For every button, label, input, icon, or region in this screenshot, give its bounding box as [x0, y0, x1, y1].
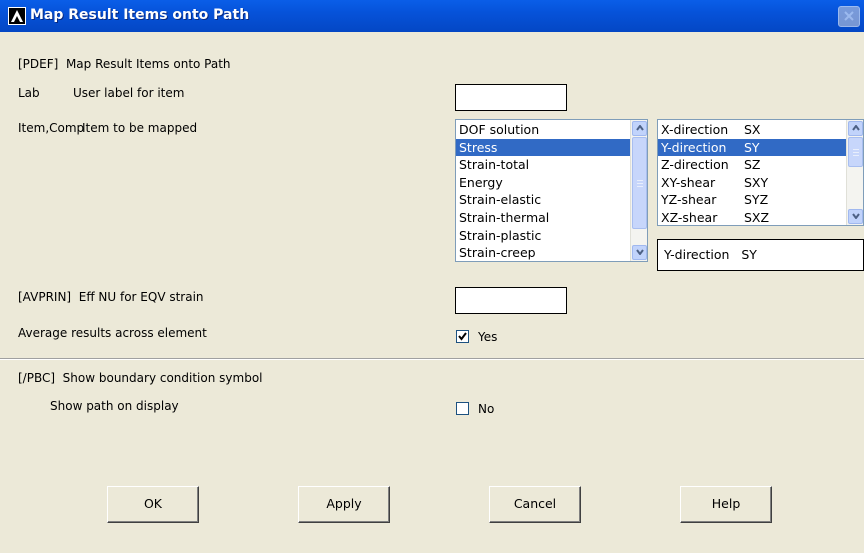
component-code: SX: [744, 122, 761, 137]
avprin-label: [AVPRIN] Eff NU for EQV strain: [18, 290, 204, 304]
list-item[interactable]: Energy: [456, 174, 631, 192]
scroll-down-button[interactable]: [632, 245, 647, 260]
list-item[interactable]: Y-direction SY: [658, 138, 847, 157]
scroll-thumb[interactable]: [848, 137, 863, 167]
pbc-sublabel: Show path on display: [50, 399, 179, 413]
list-item[interactable]: Strain-creep: [456, 244, 631, 261]
list-item[interactable]: Strain-total: [456, 156, 631, 174]
scroll-down-button[interactable]: [848, 209, 863, 224]
selection-field[interactable]: Y-direction SY: [657, 239, 864, 271]
component-name: XZ-shear: [661, 209, 718, 225]
chevron-up-icon: [851, 125, 860, 131]
item-list-scrollbar[interactable]: [630, 120, 647, 261]
show-path-checkbox[interactable]: [456, 402, 469, 415]
scroll-up-button[interactable]: [848, 121, 863, 136]
item-label: Item to be mapped: [82, 121, 198, 135]
item-listbox[interactable]: DOF solution Stress Strain-total Energy Stra…: [455, 119, 648, 262]
chevron-up-icon: [635, 125, 644, 131]
component-code: SYZ: [744, 192, 769, 208]
component-listbox[interactable]: X-direction SX Y-direction SY Z-direction SZ X…: [657, 119, 864, 226]
help-button[interactable]: Help: [680, 486, 772, 523]
list-item[interactable]: YZ-shear SYZ: [658, 191, 847, 209]
lab-key: Lab: [18, 86, 40, 100]
title-bar: Map Result Items onto Path: [0, 0, 864, 32]
cancel-button[interactable]: Cancel: [489, 486, 581, 523]
scroll-thumb[interactable]: [632, 137, 647, 229]
list-item[interactable]: Stress: [456, 138, 631, 157]
window-title: Map Result Items onto Path: [30, 7, 250, 23]
component-code: SY: [744, 139, 760, 155]
list-item[interactable]: Strain-plastic: [456, 227, 631, 245]
show-path-state-label: No: [478, 402, 495, 416]
apply-button[interactable]: Apply: [298, 486, 390, 523]
list-item[interactable]: DOF solution: [456, 121, 631, 139]
section-divider: [0, 358, 864, 360]
component-code: SXY: [744, 174, 769, 190]
checkmark-icon: [458, 332, 467, 341]
pbc-label: [/PBC] Show boundary condition symbol: [18, 371, 263, 385]
list-item[interactable]: X-direction SX: [658, 121, 847, 139]
average-label: Average results across element: [18, 326, 207, 340]
component-code: SXZ: [744, 209, 770, 225]
average-state-label: Yes: [478, 330, 498, 344]
ansys-logo-icon: [8, 7, 26, 25]
list-item[interactable]: Z-direction SZ: [658, 156, 847, 174]
component-name: Y-direction: [661, 139, 727, 155]
component-name: XY-shear: [661, 174, 716, 190]
list-item[interactable]: XZ-shear SXZ: [658, 209, 847, 225]
avprin-input[interactable]: [455, 287, 567, 314]
average-checkbox[interactable]: [456, 330, 469, 343]
list-item[interactable]: Strain-thermal: [456, 209, 631, 227]
chevron-down-icon: [851, 213, 860, 219]
component-name: X-direction: [661, 122, 729, 137]
chevron-down-icon: [635, 249, 644, 255]
list-item[interactable]: Strain-elastic: [456, 191, 631, 209]
scroll-up-button[interactable]: [632, 121, 647, 136]
component-name: YZ-shear: [661, 192, 717, 208]
close-icon: [844, 11, 854, 21]
component-list-scrollbar[interactable]: [846, 120, 863, 225]
close-button[interactable]: [838, 6, 860, 27]
list-item[interactable]: XY-shear SXY: [658, 174, 847, 192]
component-name: Z-direction: [661, 157, 729, 173]
lab-input[interactable]: [455, 84, 567, 111]
item-key: Item,Comp: [18, 121, 85, 135]
component-code: SZ: [744, 157, 761, 173]
command-header: [PDEF] Map Result Items onto Path: [18, 57, 231, 71]
lab-label: User label for item: [73, 86, 185, 100]
ok-button[interactable]: OK: [107, 486, 199, 523]
